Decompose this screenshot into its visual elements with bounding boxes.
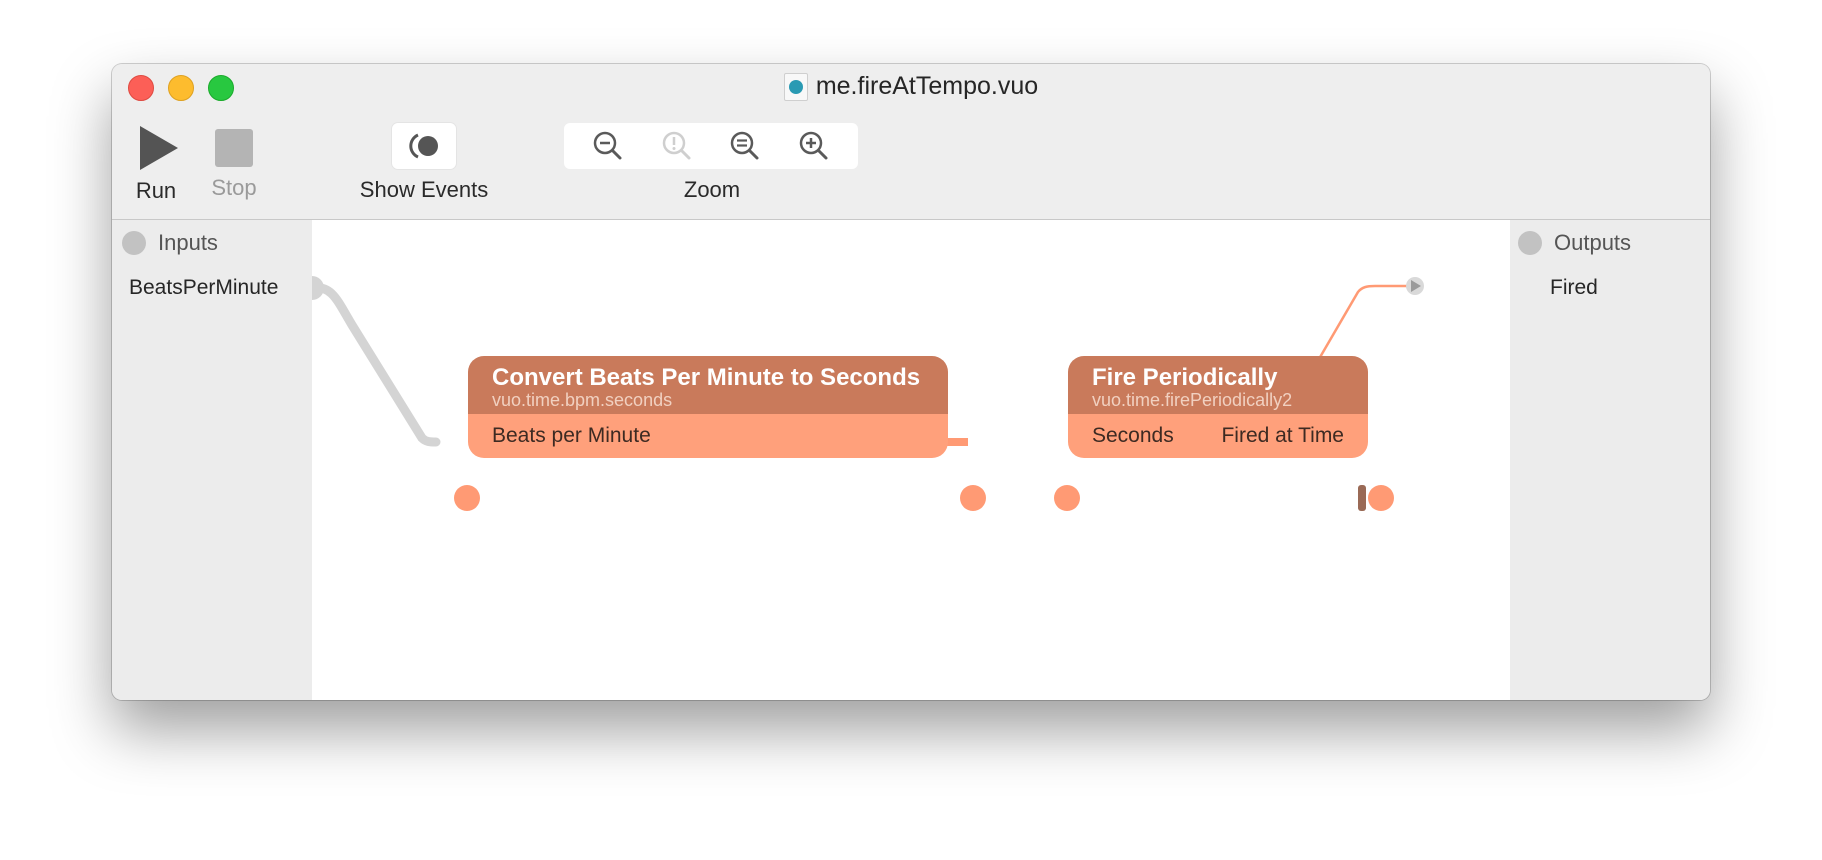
play-icon [140, 126, 178, 170]
inputs-panel-header: Inputs [122, 230, 218, 256]
zoom-button-group [564, 123, 858, 169]
cable-beatsperminute-to-bpm[interactable] [312, 283, 441, 447]
port-label-seconds: Seconds [1092, 424, 1174, 447]
stop-label: Stop [211, 175, 257, 200]
window-title: me.fireAtTempo.vuo [815, 72, 1039, 100]
vuo-composition-icon [783, 72, 808, 101]
input-port-beats-per-minute[interactable] [454, 485, 480, 511]
node-convert-bpm-to-seconds[interactable]: Convert Beats Per Minute to Seconds vuo.… [468, 356, 948, 458]
cable-layer [312, 276, 1424, 447]
show-events-icon [409, 133, 438, 159]
run-button[interactable]: Run [126, 126, 186, 204]
zoom-actual-size-icon [662, 131, 691, 160]
zoom-control: Zoom [564, 123, 860, 203]
run-label: Run [135, 178, 177, 203]
published-inputs-panel: Inputs BeatsPerMinute [112, 220, 312, 700]
show-events-toggle[interactable] [392, 123, 456, 169]
window-title-area: me.fireAtTempo.vuo [112, 72, 1710, 101]
trigger-port-indicator [1358, 485, 1366, 511]
composition-window: me.fireAtTempo.vuo Run Stop Show Events [112, 64, 1710, 700]
show-events-label: Show Events [359, 177, 489, 202]
outputs-panel-header: Outputs [1518, 230, 1631, 256]
node-fire-periodically[interactable]: Fire Periodically vuo.time.firePeriodica… [1068, 356, 1368, 458]
node-title: Convert Beats Per Minute to Seconds [492, 364, 921, 391]
published-output-fired[interactable]: Fired [1550, 276, 1598, 300]
zoom-out-button[interactable] [591, 129, 625, 163]
outputs-panel-title: Outputs [1554, 230, 1632, 255]
node-header: Fire Periodically vuo.time.firePeriodica… [1068, 356, 1368, 414]
zoom-in-icon [799, 131, 828, 160]
node-class-name: vuo.time.bpm.seconds [492, 390, 673, 410]
zoom-to-fit-icon [731, 131, 759, 160]
output-port-fired-at-time[interactable] [1368, 485, 1394, 511]
zoom-to-fit-button[interactable] [728, 129, 762, 163]
published-input-port[interactable] [312, 276, 324, 300]
add-output-port-button[interactable] [1518, 231, 1542, 255]
stop-button[interactable]: Stop [204, 126, 264, 201]
zoom-actual-size-button[interactable] [660, 129, 694, 163]
node-class-name: vuo.time.firePeriodically2 [1092, 390, 1293, 410]
node-title: Fire Periodically [1092, 364, 1278, 391]
input-port-seconds[interactable] [1054, 485, 1080, 511]
composition-canvas[interactable]: Convert Beats Per Minute to Seconds vuo.… [312, 220, 1510, 700]
published-outputs-panel: Outputs Fired [1510, 220, 1710, 700]
show-events-button[interactable]: Show Events [344, 123, 504, 203]
stop-icon [215, 129, 253, 167]
zoom-label: Zoom [683, 177, 741, 202]
zoom-out-icon [594, 131, 622, 160]
add-input-port-button[interactable] [122, 231, 146, 255]
output-port-seconds[interactable] [960, 485, 986, 511]
node-ports: Beats per Minute [468, 414, 948, 458]
titlebar-toolbar: me.fireAtTempo.vuo Run Stop Show Events [112, 64, 1710, 220]
port-label-fired-at-time: Fired at Time [1221, 424, 1344, 447]
inputs-panel-title: Inputs [158, 230, 218, 255]
node-header: Convert Beats Per Minute to Seconds vuo.… [468, 356, 948, 414]
node-ports: Seconds Fired at Time [1068, 414, 1368, 458]
zoom-in-button[interactable] [797, 129, 831, 163]
port-label-beats-per-minute: Beats per Minute [492, 424, 651, 447]
published-input-beatsperminute[interactable]: BeatsPerMinute [129, 276, 278, 300]
